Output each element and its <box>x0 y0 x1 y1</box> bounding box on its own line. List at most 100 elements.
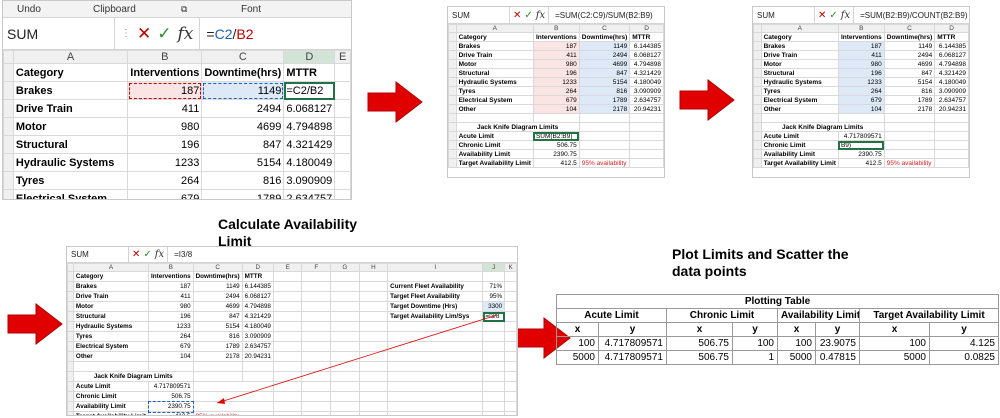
cell-interventions[interactable]: 411 <box>532 50 580 60</box>
limit-value[interactable]: SUM(B2:B9) <box>532 131 580 141</box>
row-header[interactable] <box>753 104 762 114</box>
cell-category[interactable]: Brakes <box>455 41 534 51</box>
cell-downtime[interactable]: 2494 <box>201 99 285 118</box>
row-header[interactable] <box>753 158 762 168</box>
cell-interventions[interactable]: 679 <box>837 95 885 105</box>
cell-empty[interactable] <box>334 117 351 136</box>
cell-interventions[interactable]: 187 <box>127 81 203 100</box>
row-header[interactable] <box>448 131 457 141</box>
row-header[interactable] <box>3 63 14 82</box>
cell-mttr[interactable]: 2.634757 <box>629 95 664 105</box>
cell-empty[interactable] <box>334 153 351 172</box>
cell-mttr[interactable]: 4.321429 <box>283 135 336 154</box>
cancel-icon[interactable]: ✕ <box>137 24 151 44</box>
row-header[interactable] <box>3 81 14 100</box>
enter-icon[interactable]: ✓ <box>524 10 532 21</box>
cell-interventions[interactable]: 187 <box>532 41 580 51</box>
limit-note[interactable] <box>578 140 631 150</box>
row-header[interactable] <box>448 50 457 60</box>
cell-category[interactable]: Structural <box>455 68 534 78</box>
row-header[interactable] <box>753 140 762 150</box>
cell-interventions[interactable]: 1233 <box>127 153 203 172</box>
cell-mttr[interactable]: 4.794898 <box>934 59 969 69</box>
limit-label[interactable]: Target Availability Limit <box>455 158 534 168</box>
cell-empty[interactable] <box>629 122 664 132</box>
cell-downtime[interactable]: 847 <box>578 68 631 78</box>
cell-mttr[interactable]: 3.090909 <box>283 171 336 190</box>
limit-note[interactable]: 95% availability <box>578 158 631 168</box>
cell-interventions[interactable]: 980 <box>532 59 580 69</box>
cell-header-category[interactable]: Category <box>455 32 534 42</box>
cell-downtime[interactable]: 2494 <box>883 50 936 60</box>
row-header[interactable] <box>448 104 457 114</box>
limit-label[interactable]: Acute Limit <box>760 131 839 141</box>
name-box[interactable]: SUM <box>448 7 510 23</box>
cell-category[interactable]: Other <box>455 104 534 114</box>
cell-interventions[interactable]: 196 <box>532 68 580 78</box>
cell-interventions[interactable]: 679 <box>127 189 203 199</box>
cell-interventions[interactable]: 104 <box>837 104 885 114</box>
cell-downtime[interactable]: 2494 <box>578 50 631 60</box>
corner-cell[interactable] <box>3 50 14 64</box>
limit-label[interactable]: Acute Limit <box>455 131 534 141</box>
cell-empty[interactable] <box>334 81 351 100</box>
col-header-a[interactable]: A <box>455 24 534 33</box>
cell-empty[interactable] <box>334 99 351 118</box>
cell-category[interactable]: Hydraulic Systems <box>760 77 839 87</box>
col-header-c[interactable]: C <box>883 24 936 33</box>
cell-downtime[interactable]: 2178 <box>883 104 936 114</box>
cell-empty[interactable] <box>883 122 936 132</box>
col-header-c[interactable]: C <box>578 24 631 33</box>
cell-empty[interactable] <box>578 113 631 123</box>
row-header[interactable] <box>753 50 762 60</box>
cell-header-mttr[interactable]: MTTR <box>283 63 336 82</box>
row-header[interactable] <box>753 149 762 159</box>
formula-input[interactable]: =SUM(B2:B9)/COUNT(B2:B9) <box>854 11 967 20</box>
cell-downtime[interactable]: 847 <box>201 135 285 154</box>
cell-downtime[interactable]: 847 <box>883 68 936 78</box>
row-header[interactable] <box>753 68 762 78</box>
limit-label[interactable]: Target Availability Limit <box>760 158 839 168</box>
row-header[interactable] <box>448 41 457 51</box>
cell-category[interactable]: Other <box>760 104 839 114</box>
cell-downtime[interactable]: 5154 <box>578 77 631 87</box>
cell-empty[interactable] <box>934 140 969 150</box>
cell-downtime[interactable]: 816 <box>201 171 285 190</box>
cell-downtime[interactable]: 4699 <box>201 117 285 136</box>
cell-category[interactable]: Electrical System <box>12 189 129 199</box>
cell-mttr[interactable]: 4.180049 <box>629 77 664 87</box>
insert-function-icon[interactable]: fx <box>178 24 194 44</box>
cell-empty[interactable] <box>629 131 664 141</box>
cell-downtime[interactable]: 2178 <box>578 104 631 114</box>
cell-category[interactable]: Hydraulic Systems <box>455 77 534 87</box>
cell-mttr[interactable]: 6.068127 <box>283 99 336 118</box>
row-header[interactable] <box>448 68 457 78</box>
cell-interventions[interactable]: 196 <box>837 68 885 78</box>
limit-note[interactable] <box>578 149 631 159</box>
insert-function-icon[interactable]: fx <box>536 10 545 21</box>
limit-value[interactable]: 506.75 <box>532 140 580 150</box>
col-header-b[interactable]: B <box>532 24 580 33</box>
cell-mttr[interactable]: 4.321429 <box>629 68 664 78</box>
cell-empty[interactable] <box>629 113 664 123</box>
cell-empty[interactable] <box>578 122 631 132</box>
cell-empty[interactable] <box>934 158 969 168</box>
cell-empty[interactable] <box>334 63 351 82</box>
row-header[interactable] <box>753 95 762 105</box>
cell-header-downtime[interactable]: Downtime(hrs) <box>883 32 936 42</box>
cell-category[interactable]: Brakes <box>12 81 129 100</box>
cell-mttr[interactable]: 6.144385 <box>934 41 969 51</box>
clipboard-group[interactable]: Clipboard <box>63 4 181 15</box>
cell-mttr[interactable]: 20.94231 <box>629 104 664 114</box>
limit-value[interactable]: B9) <box>837 140 885 150</box>
cell-downtime[interactable]: 1149 <box>201 81 285 100</box>
row-header[interactable] <box>448 86 457 96</box>
cell-category[interactable]: Brakes <box>760 41 839 51</box>
row-header[interactable] <box>753 122 762 132</box>
row-header[interactable] <box>753 41 762 51</box>
row-header[interactable] <box>753 86 762 96</box>
cell-category[interactable]: Motor <box>760 59 839 69</box>
cancel-icon[interactable]: ✕ <box>513 10 521 21</box>
formula-input[interactable]: =SUM(C2:C9)/SUM(B2:B9) <box>549 11 653 20</box>
cell-mttr[interactable]: =C2/B2 <box>283 81 336 100</box>
